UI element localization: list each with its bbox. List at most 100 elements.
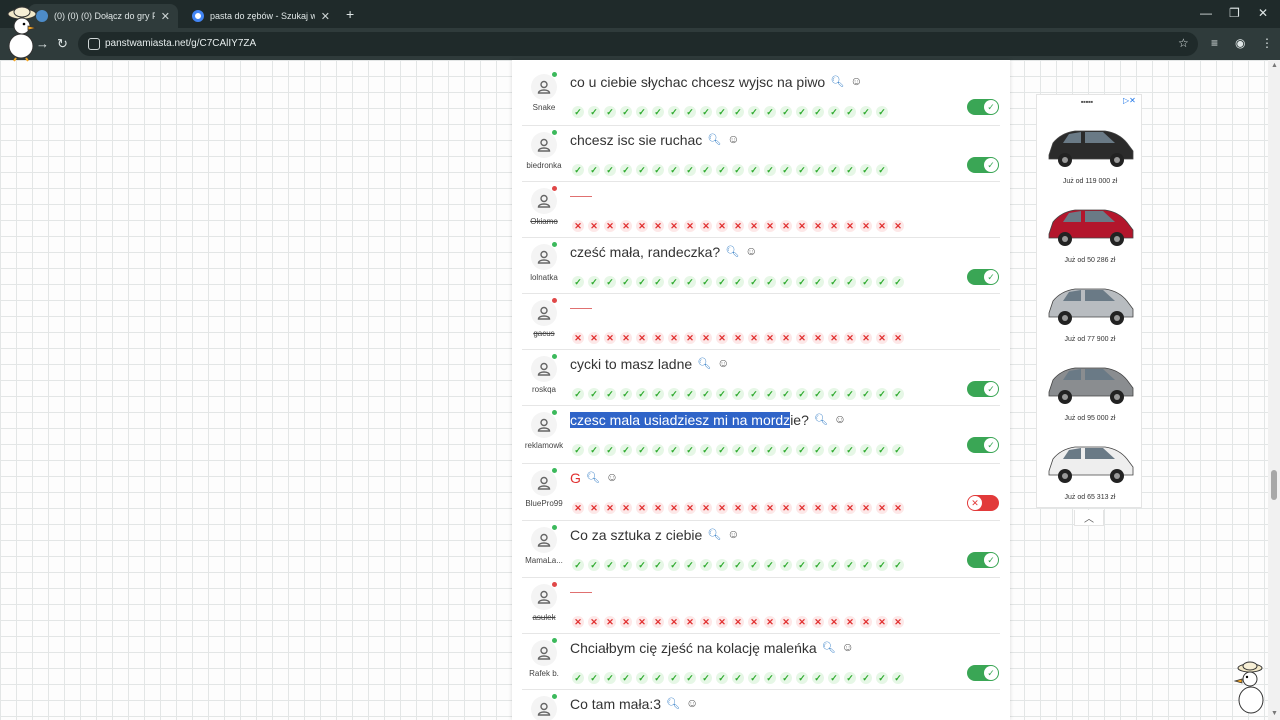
answer-text: czesc mala usiadziesz mi na mordzie? 🔍︎ ☺ (570, 412, 846, 428)
user-avatar-icon (531, 300, 557, 326)
vote-check-icon: ✓ (716, 559, 728, 571)
car-ad-item[interactable]: Już od 95 000 zł (1041, 354, 1139, 432)
emoji-icon[interactable]: ☺ (717, 356, 729, 370)
vote-check-icon: ✓ (892, 672, 904, 684)
vote-check-icon: ✓ (748, 559, 760, 571)
emoji-icon[interactable]: ☺ (745, 244, 757, 258)
vote-check-icon: ✓ (572, 559, 584, 571)
car-ad-item[interactable]: Już od 65 313 zł (1041, 433, 1139, 511)
vote-cross-icon: ✕ (620, 502, 632, 514)
vote-cross-icon: ✕ (764, 502, 776, 514)
vote-cross-icon: ✕ (652, 220, 664, 232)
bookmark-star-icon[interactable]: ☆ (1178, 36, 1189, 50)
vote-marks: ✕ ✕ ✕ ✕ ✕ ✕ ✕ ✕ ✕ ✕ ✕ ✕ ✕ ✕ ✕ ✕ ✕ ✕ ✕ ✕ ✕ (572, 612, 908, 628)
scrollbar-thumb[interactable] (1271, 470, 1277, 500)
emoji-icon[interactable]: ☺ (727, 132, 739, 146)
search-icon[interactable]: 🔍︎ (586, 472, 600, 484)
accept-toggle-on[interactable]: ✓ (967, 381, 999, 397)
vote-check-icon: ✓ (780, 444, 792, 456)
accept-toggle-on[interactable]: ✓ (967, 99, 999, 115)
car-ad-item[interactable]: Już od 50 286 zł (1041, 196, 1139, 274)
close-icon[interactable]: ✕ (161, 10, 170, 23)
accept-toggle-on[interactable]: ✓ (967, 269, 999, 285)
answer-text-value: Co tam mała:3 (570, 696, 662, 712)
player-name: lolnatka (530, 273, 558, 282)
emoji-icon[interactable]: ☺ (606, 470, 618, 484)
car-ad-item[interactable]: Już od 77 900 zł (1041, 275, 1139, 353)
emoji-icon[interactable]: ☺ (727, 527, 739, 541)
search-icon[interactable]: 🔍︎ (814, 414, 828, 426)
vote-check-icon: ✓ (588, 559, 600, 571)
vote-marks: ✓ ✓ ✓ ✓ ✓ ✓ ✓ ✓ ✓ ✓ ✓ ✓ ✓ ✓ ✓ ✓ ✓ ✓ ✓ ✓ ✓ (572, 555, 908, 571)
minimize-button[interactable]: — (1200, 6, 1212, 20)
vote-check-icon: ✓ (780, 106, 792, 118)
ad-choices-icon[interactable]: ▷✕ (1123, 96, 1136, 105)
site-info-icon[interactable] (88, 38, 100, 50)
search-icon[interactable]: 🔍︎ (707, 134, 721, 146)
vote-check-icon: ✓ (876, 106, 888, 118)
new-tab-button[interactable]: + (346, 6, 354, 22)
vote-cross-icon: ✕ (780, 332, 792, 344)
vote-check-icon: ✓ (652, 388, 664, 400)
search-icon[interactable]: 🔍︎ (830, 76, 844, 88)
close-window-button[interactable]: ✕ (1258, 6, 1268, 20)
vote-cross-icon: ✕ (796, 502, 808, 514)
reload-icon[interactable]: ↻ (57, 36, 68, 52)
vote-cross-icon: ✕ (812, 332, 824, 344)
vote-check-icon: ✓ (716, 106, 728, 118)
user-avatar-icon (531, 527, 557, 553)
page-scrollbar[interactable]: ▲ ▼ (1268, 60, 1280, 720)
online-status-dot (552, 638, 557, 643)
vote-check-icon: ✓ (796, 276, 808, 288)
vote-check-icon: ✓ (668, 388, 680, 400)
car-price: Już od 50 286 zł (1064, 257, 1116, 264)
tab-google-search[interactable]: pasta do zębów - Szukaj w Goo ✕ (184, 4, 338, 28)
accept-toggle-on[interactable]: ✓ (967, 157, 999, 173)
vote-check-icon: ✓ (732, 276, 744, 288)
vote-check-icon: ✓ (812, 672, 824, 684)
reading-list-icon[interactable]: ≡ (1211, 36, 1218, 50)
search-icon[interactable]: 🔍︎ (822, 642, 836, 654)
vote-check-icon: ✓ (604, 276, 616, 288)
search-icon[interactable]: 🔍︎ (666, 698, 680, 710)
accept-toggle-off[interactable]: ✕ (967, 495, 999, 511)
vote-check-icon: ✓ (668, 106, 680, 118)
emoji-icon[interactable]: ☺ (842, 640, 854, 654)
car-advertisement[interactable]: ■■■■■ ▷✕ Już od 119 000 zł Już od 50 286 … (1036, 94, 1142, 508)
vote-cross-icon: ✕ (892, 502, 904, 514)
menu-icon[interactable]: ⋮ (1261, 36, 1273, 50)
emoji-icon[interactable]: ☺ (850, 74, 862, 88)
vote-cross-icon: ✕ (780, 616, 792, 628)
vote-check-icon: ✓ (652, 559, 664, 571)
emoji-icon[interactable]: ☺ (834, 412, 846, 426)
answer-row: BluePro99 G 🔍︎ ☺ ✕ ✕ ✕ ✕ ✕ ✕ ✕ ✕ ✕ ✕ ✕ ✕ ✕ ✕ ✕ ✕ ✕ ✕ ✕ ✕ ✕ ✕ (522, 464, 1000, 521)
answer-row: biedronka chcesz isc sie ruchac 🔍︎ ☺ ✓ ✓ ✓ ✓ ✓ ✓ ✓… (522, 126, 1000, 182)
close-icon[interactable]: ✕ (321, 10, 330, 23)
restore-button[interactable]: ❐ (1229, 6, 1240, 20)
accept-toggle-on[interactable]: ✓ (967, 437, 999, 453)
accept-toggle-on[interactable]: ✓ (967, 552, 999, 568)
address-bar[interactable]: panstwamiasta.net/g/C7CAlIY7ZA (78, 32, 1198, 56)
user-avatar-icon (531, 584, 557, 610)
vote-check-icon: ✓ (892, 276, 904, 288)
ad-collapse-button[interactable]: ︿ (1074, 510, 1104, 526)
car-ad-item[interactable]: Już od 119 000 zł (1041, 117, 1139, 195)
vote-check-icon: ✓ (668, 444, 680, 456)
vote-check-icon: ✓ (892, 388, 904, 400)
profile-icon[interactable]: ◉ (1235, 36, 1245, 50)
vote-check-icon: ✓ (588, 444, 600, 456)
vote-check-icon: ✓ (844, 559, 856, 571)
vote-cross-icon: ✕ (700, 332, 712, 344)
search-icon[interactable]: 🔍︎ (725, 246, 739, 258)
emoji-icon[interactable]: ☺ (686, 696, 698, 710)
accept-toggle-on[interactable]: ✓ (967, 665, 999, 681)
vote-cross-icon: ✕ (828, 502, 840, 514)
vote-cross-icon: ✕ (892, 220, 904, 232)
search-icon[interactable]: 🔍︎ (697, 358, 711, 370)
vote-cross-icon: ✕ (620, 220, 632, 232)
vote-cross-icon: ✕ (748, 332, 760, 344)
search-icon[interactable]: 🔍︎ (707, 529, 721, 541)
vote-cross-icon: ✕ (780, 220, 792, 232)
vote-cross-icon: ✕ (572, 220, 584, 232)
tab-panstwa-miasta[interactable]: (0) (0) (0) Dołącz do gry Państwa ✕ (28, 4, 178, 28)
